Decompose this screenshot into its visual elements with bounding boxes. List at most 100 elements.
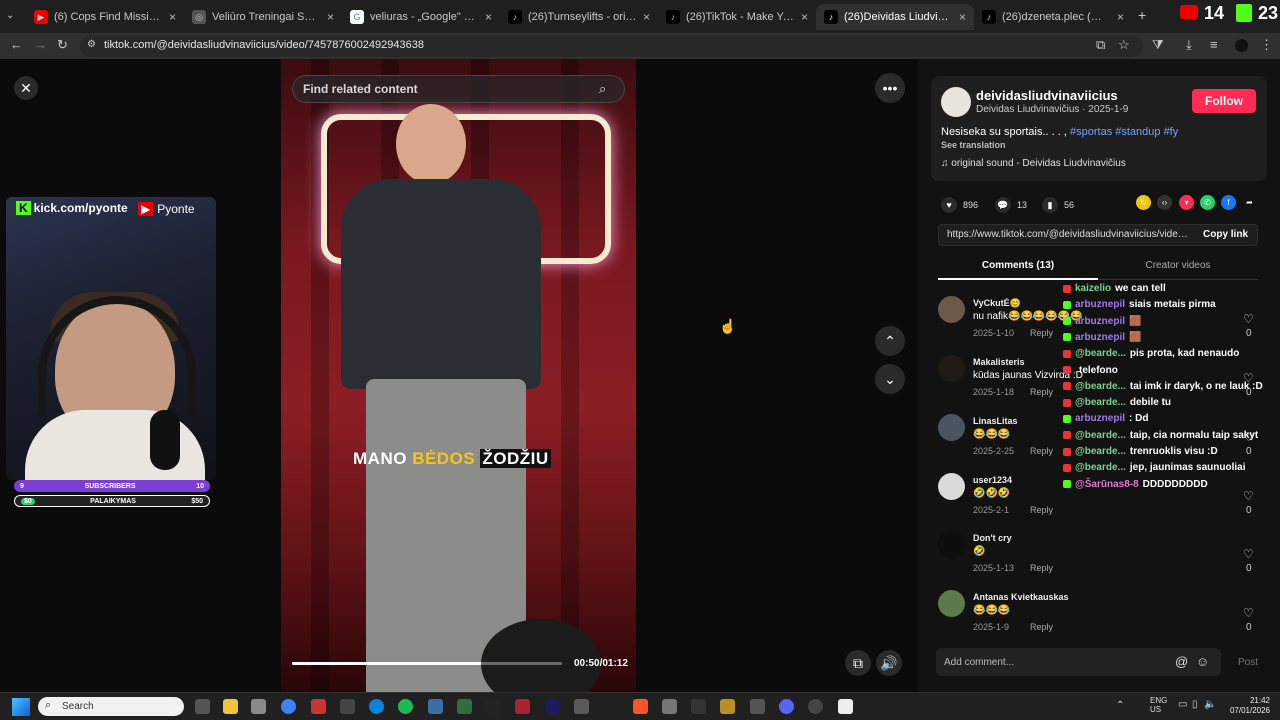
tab-4[interactable]: ♪(26)Turnseylifts - original sound× xyxy=(500,4,658,30)
commenter-name[interactable]: Don't cry xyxy=(973,533,1012,543)
related-search-input[interactable]: Find related content xyxy=(303,82,418,96)
app-icon[interactable] xyxy=(251,699,266,714)
commenter-name[interactable]: Antanas Kvietkauskas xyxy=(973,592,1069,602)
reply-button[interactable]: Reply xyxy=(1030,387,1053,397)
heart-icon[interactable]: ♡ xyxy=(1243,489,1254,503)
previous-video-button[interactable]: ⌃ xyxy=(875,326,905,356)
heart-icon[interactable]: ♡ xyxy=(1243,606,1254,620)
tab-2[interactable]: ◎Veliūro Treningai Su Kapišonu× xyxy=(184,4,342,30)
tab-6-active[interactable]: ♪(26)Deividas Liudvinavičius× xyxy=(816,4,974,30)
reply-button[interactable]: Reply xyxy=(1030,328,1053,338)
copy-link-button[interactable]: Copy link xyxy=(1203,229,1248,240)
network-icon[interactable]: ▭ xyxy=(1178,699,1187,710)
bookmark-star-icon[interactable]: ☆ xyxy=(1118,37,1130,53)
close-tab-icon[interactable]: × xyxy=(169,10,176,24)
language-indicator[interactable]: ENG US xyxy=(1150,696,1167,714)
app-icon[interactable] xyxy=(311,699,326,714)
windows-start-icon[interactable] xyxy=(12,698,30,716)
commenter-avatar[interactable] xyxy=(938,355,965,382)
whatsapp-icon[interactable]: ✆ xyxy=(1200,195,1215,210)
commenter-avatar[interactable] xyxy=(938,414,965,441)
share-link-text[interactable]: https://www.tiktok.com/@deividasliudvina… xyxy=(947,229,1193,240)
site-info-icon[interactable]: ⚙ xyxy=(87,39,96,50)
emoji-icon[interactable]: ☺ xyxy=(1196,654,1209,669)
close-video-button[interactable]: ✕ xyxy=(14,76,38,100)
app-icon[interactable] xyxy=(457,699,472,714)
embed-icon[interactable]: ‹› xyxy=(1157,195,1172,210)
tab-list-dropdown-icon[interactable]: ⌄ xyxy=(6,10,14,21)
bookmark-icon[interactable]: ▮ xyxy=(1042,197,1058,213)
extensions-icon[interactable]: ⧩ xyxy=(1152,37,1164,53)
close-tab-icon[interactable]: × xyxy=(1117,10,1124,24)
commenter-name[interactable]: Makalisteris xyxy=(973,357,1025,367)
tab-creator-videos[interactable]: Creator videos xyxy=(1098,260,1258,271)
floating-player-button[interactable]: ⧉ xyxy=(845,650,871,676)
commenter-name[interactable]: LinasLitas xyxy=(973,416,1018,426)
commenter-avatar[interactable] xyxy=(938,590,965,617)
taskbar-search-box[interactable] xyxy=(38,697,184,716)
app-icon[interactable] xyxy=(574,699,589,714)
tab-3[interactable]: Gveliuras - „Google" paieška× xyxy=(342,4,500,30)
forward-arrow-icon[interactable]: → xyxy=(34,37,47,52)
video-player[interactable] xyxy=(281,59,636,692)
follow-button[interactable]: Follow xyxy=(1192,89,1256,113)
reply-button[interactable]: Reply xyxy=(1030,505,1053,515)
heart-icon[interactable]: ♡ xyxy=(1243,312,1254,326)
app-icon[interactable] xyxy=(515,699,530,714)
media-control-icon[interactable]: ≡ xyxy=(1210,37,1218,52)
comment-icon[interactable]: 💬 xyxy=(995,197,1011,213)
reply-button[interactable]: Reply xyxy=(1030,446,1053,456)
send-icon[interactable]: ▾ xyxy=(1179,195,1194,210)
premiere-icon[interactable] xyxy=(545,699,560,714)
tab-5[interactable]: ♪(26)TikTok - Make Your Day× xyxy=(658,4,816,30)
next-video-button[interactable]: ⌄ xyxy=(875,364,905,394)
repost-icon[interactable]: ↻ xyxy=(1136,195,1151,210)
discord-icon[interactable] xyxy=(779,699,794,714)
mention-icon[interactable]: @ xyxy=(1175,654,1188,669)
back-arrow-icon[interactable]: ← xyxy=(10,37,23,52)
app-icon[interactable] xyxy=(428,699,443,714)
close-tab-icon[interactable]: × xyxy=(959,10,966,24)
add-comment-input[interactable]: Add comment... xyxy=(944,657,1014,668)
taskbar-search-text[interactable]: Search xyxy=(62,701,94,712)
reply-button[interactable]: Reply xyxy=(1030,622,1053,632)
reload-icon[interactable]: ↻ xyxy=(57,37,68,53)
download-icon[interactable]: ⤓ xyxy=(1186,37,1192,53)
comment-stat[interactable]: 💬 13 xyxy=(995,197,1027,213)
like-stat[interactable]: ♥ 896 xyxy=(941,197,978,213)
new-tab-button[interactable]: + xyxy=(1138,7,1146,23)
share-arrow-icon[interactable]: ➦ xyxy=(1242,195,1257,210)
app-icon[interactable] xyxy=(750,699,765,714)
obs-icon[interactable] xyxy=(808,699,823,714)
facebook-icon[interactable]: f xyxy=(1221,195,1236,210)
app-icon[interactable] xyxy=(662,699,677,714)
close-tab-icon[interactable]: × xyxy=(485,10,492,24)
taskbar-clock[interactable]: 21:42 07/01/2026 xyxy=(1218,696,1270,716)
commenter-avatar[interactable] xyxy=(938,473,965,500)
profile-avatar[interactable] xyxy=(1235,39,1248,52)
tab-1[interactable]: ▶(6) Cops Find Missing Teen's Bo× xyxy=(26,4,184,30)
app-icon[interactable] xyxy=(838,699,853,714)
file-explorer-icon[interactable] xyxy=(223,699,238,714)
sound-link[interactable]: ♫ original sound - Deividas Liudvinaviči… xyxy=(941,158,1126,169)
volume-icon[interactable]: 🔈 xyxy=(1204,699,1216,710)
app-icon[interactable] xyxy=(720,699,735,714)
chrome-icon[interactable] xyxy=(281,699,296,714)
app-icon[interactable] xyxy=(340,699,355,714)
menu-kebab-icon[interactable]: ⋮ xyxy=(1260,37,1273,53)
heart-icon[interactable]: ♡ xyxy=(1243,547,1254,561)
author-avatar[interactable] xyxy=(941,87,971,117)
app-icon[interactable] xyxy=(486,699,501,714)
post-button[interactable]: Post xyxy=(1238,657,1258,668)
tab-7[interactable]: ♪(26)dzeneta.plec (@dzeneta.plec)× xyxy=(974,4,1132,30)
tray-chevron-icon[interactable]: ⌃ xyxy=(1116,700,1124,711)
video-progress-fill[interactable] xyxy=(292,662,481,665)
close-tab-icon[interactable]: × xyxy=(801,10,808,24)
heart-icon[interactable]: ♥ xyxy=(941,197,957,213)
task-view-icon[interactable] xyxy=(195,699,210,714)
commenter-name[interactable]: user1234 xyxy=(973,475,1012,485)
search-icon[interactable]: ⌕ xyxy=(599,81,606,97)
see-translation-link[interactable]: See translation xyxy=(941,140,1006,150)
author-username[interactable]: deividasliudvinaviicius xyxy=(976,88,1118,103)
commenter-avatar[interactable] xyxy=(938,296,965,323)
